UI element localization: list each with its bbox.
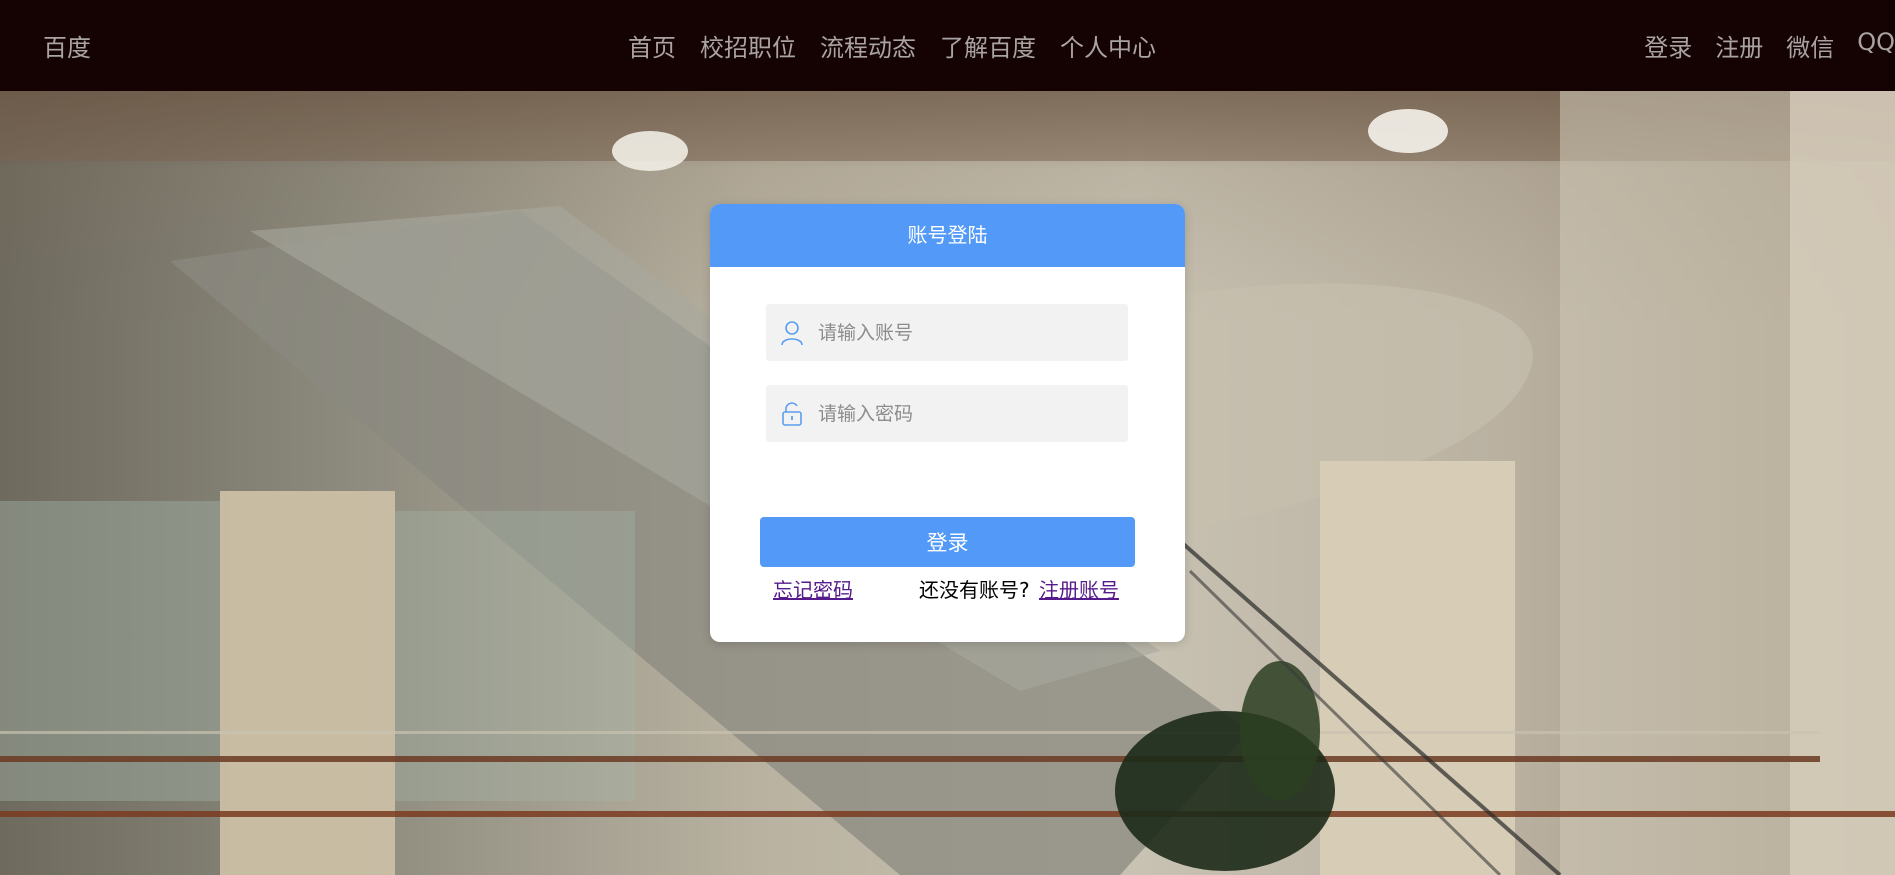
brand-logo-link[interactable]: 百度 bbox=[43, 28, 91, 63]
nav-wechat[interactable]: 微信 bbox=[1786, 28, 1834, 63]
no-account-text: 还没有账号? bbox=[919, 578, 1030, 602]
user-icon bbox=[766, 304, 818, 361]
password-input[interactable] bbox=[818, 393, 1108, 434]
username-field[interactable] bbox=[766, 304, 1128, 361]
login-button[interactable]: 登录 bbox=[760, 517, 1135, 567]
login-card: 账号登陆 登录 忘记密码 还没有账号? 注册账号 bbox=[710, 204, 1185, 642]
top-navigation-bar: 百度 首页 校招职位 流程动态 了解百度 个人中心 登录 注册 微信 QQ bbox=[0, 0, 1895, 91]
nav-campus-jobs[interactable]: 校招职位 bbox=[700, 28, 796, 63]
username-input[interactable] bbox=[818, 312, 1108, 353]
nav-about-baidu[interactable]: 了解百度 bbox=[940, 28, 1036, 63]
login-card-title: 账号登陆 bbox=[710, 204, 1185, 267]
nav-register[interactable]: 注册 bbox=[1715, 28, 1763, 63]
lock-icon bbox=[766, 385, 818, 442]
nav-home[interactable]: 首页 bbox=[628, 28, 676, 63]
login-footer-links: 忘记密码 还没有账号? 注册账号 bbox=[773, 574, 1133, 602]
main-nav: 首页 校招职位 流程动态 了解百度 个人中心 bbox=[628, 28, 1156, 63]
nav-login[interactable]: 登录 bbox=[1644, 28, 1692, 63]
forgot-password-link[interactable]: 忘记密码 bbox=[773, 574, 853, 603]
register-account-link[interactable]: 注册账号 bbox=[1039, 574, 1119, 603]
nav-personal-center[interactable]: 个人中心 bbox=[1060, 28, 1156, 63]
nav-qq[interactable]: QQ bbox=[1857, 28, 1895, 63]
user-nav: 登录 注册 微信 QQ bbox=[1644, 28, 1895, 63]
nav-process-news[interactable]: 流程动态 bbox=[820, 28, 916, 63]
password-field[interactable] bbox=[766, 385, 1128, 442]
